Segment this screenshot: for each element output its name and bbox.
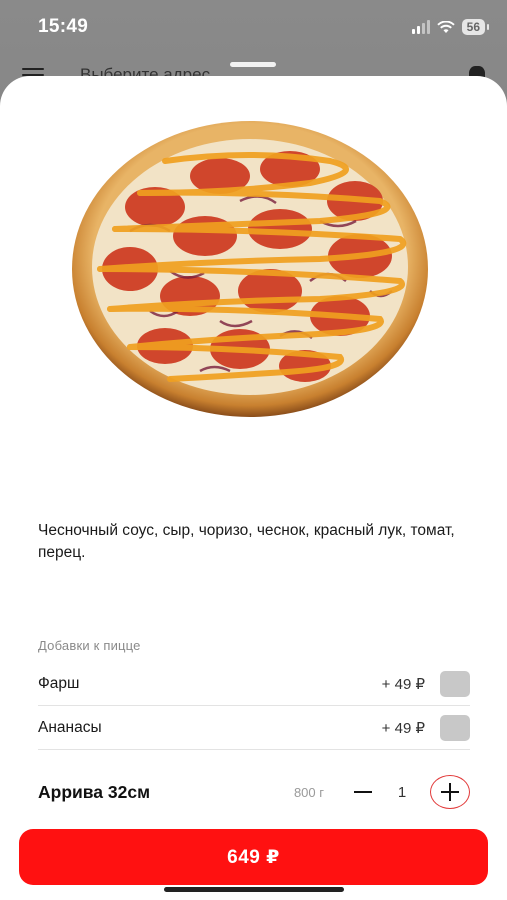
product-name: Аррива 32см (38, 781, 151, 802)
quantity-value: 1 (397, 783, 407, 801)
addon-name: Фарш (38, 674, 80, 692)
addon-checkbox[interactable] (440, 714, 470, 741)
addons-title: Добавки к пицце (38, 638, 141, 653)
product-bottom-sheet: Чесночный соус, сыр, чоризо, чеснок, кра… (0, 76, 507, 900)
addon-row[interactable]: Фарш + 49 ₽ (38, 662, 470, 706)
addon-price: + 49 ₽ (381, 719, 425, 737)
addon-name: Ананасы (38, 718, 102, 736)
minus-icon[interactable] (352, 781, 374, 803)
pizza-illustration (72, 121, 428, 417)
home-indicator (164, 887, 344, 892)
battery-icon: 56 (461, 19, 490, 35)
signal-icon (411, 20, 430, 34)
add-to-cart-button[interactable]: 649 ₽ (19, 829, 488, 885)
sheet-grabber[interactable] (230, 62, 276, 67)
status-indicators: 56 (411, 19, 490, 35)
pizza-image (70, 121, 430, 421)
product-description: Чесночный соус, сыр, чоризо, чеснок, кра… (38, 522, 455, 561)
product-row: Аррива 32см 800 г 1 (38, 772, 470, 812)
addon-price: + 49 ₽ (381, 675, 425, 693)
status-bar: 15:49 56 (0, 0, 507, 54)
status-time: 15:49 (38, 16, 89, 37)
addon-row[interactable]: Ананасы + 49 ₽ (38, 706, 470, 750)
wifi-icon (436, 20, 455, 33)
addon-checkbox[interactable] (440, 670, 470, 697)
plus-icon[interactable] (430, 775, 470, 809)
product-weight: 800 г (293, 784, 324, 800)
